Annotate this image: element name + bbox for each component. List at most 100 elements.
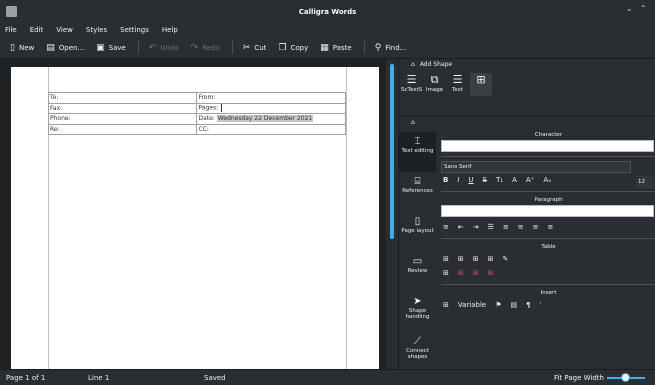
decrease-indent-icon[interactable]: ⇤ [458,223,464,231]
connector-icon: ⟋ [414,336,421,347]
copy-button[interactable]: ❐ Copy [278,43,308,53]
bold-icon[interactable]: B [443,176,448,184]
zoom-select[interactable]: Fit Page Width [554,374,604,382]
menu-settings[interactable]: Settings [120,26,149,34]
split-cells-icon[interactable]: ⊞ [443,269,449,277]
tool-references[interactable]: ⌸ References [399,172,436,212]
tool-label: References [402,188,433,194]
align-left-icon[interactable]: ≡ [503,223,509,231]
document-canvas[interactable]: To: From: Fax: Pages: Phone: Date: Wedne… [0,59,386,369]
paragraph-style-field[interactable] [441,205,654,217]
pages-cell[interactable]: Pages: [196,102,346,114]
lock-icon[interactable]: ⌂ [411,119,415,126]
menu-file[interactable]: File [5,26,17,34]
character-style-field[interactable] [441,140,654,152]
tool-shape-handling[interactable]: ➤ Shape handling [399,292,436,332]
tool-review[interactable]: ▭ Review [399,252,436,292]
main-toolbar: ▯ New ▤ Open... ▣ Save ↶ Undo ↷ Redo ✂ Cut ❐ Co… [0,37,655,59]
strikethrough-icon[interactable]: S [483,176,487,184]
new-button[interactable]: ▯ New [10,43,34,53]
bookmark-icon[interactable]: ⚑ [495,301,501,309]
tool-label: Shape handling [405,308,430,320]
add-shape-title: Add Shape [419,61,453,68]
shape-list: ☰ ScTextS ⧉ Image ☰ Text ⊞ [399,73,655,96]
tool-options-docker: ⌂ ⌶ Text editing ⌸ References ▯ Page layout… [398,117,655,369]
footnote-icon[interactable]: ⁱ [540,301,541,309]
scrollbar-thumb[interactable] [390,64,394,239]
menu-view[interactable]: View [56,26,73,34]
cut-label: Cut [254,43,267,52]
italic-icon[interactable]: I [457,176,459,184]
border-pen-icon[interactable]: ✎ [503,255,509,263]
variable-select[interactable]: Variable [458,301,486,309]
insert-table-icon[interactable]: ⊞ [443,255,449,263]
paste-label: Paste [332,43,352,52]
new-document-icon: ▯ [10,42,15,53]
paragraph-format-row: ≡ ⇤ ⇥ ☰ ≡ ≡ ≡ ≡ [441,220,655,234]
superscript-icon[interactable]: T₁ [496,176,503,184]
menu-styles[interactable]: Styles [86,26,107,34]
redo-button[interactable]: ↷ Redo [191,43,220,53]
sctexts-shape[interactable]: ☰ ScTextS [401,73,422,96]
merge-cells-icon[interactable]: ⊞ [488,255,494,263]
add-shape-docker: ⌂ Add Shape ☰ ScTextS ⧉ Image ☰ Text ⊞ [398,59,655,115]
vertical-scrollbar[interactable] [386,59,398,369]
list-style-icon[interactable]: ≡ [443,223,449,231]
character-format-row: B I U S T₁ A A⁺ Aₓ [441,173,655,187]
find-button[interactable]: ⚲ Find... [375,43,407,53]
menu-help[interactable]: Help [162,26,178,34]
justify-icon[interactable]: ≡ [548,223,554,231]
delete-column-icon[interactable]: ⊞ [473,269,479,277]
section-icon[interactable]: ▤ [511,301,518,309]
lock-icon[interactable]: ⌂ [411,61,415,68]
tool-page-layout[interactable]: ▯ Page layout [399,212,436,252]
from-cell[interactable]: From: [196,92,346,104]
more-shapes-button[interactable]: ⊞ [470,73,492,96]
date-field[interactable]: Wednesday 22 December 2021 [216,115,314,123]
special-char-icon[interactable]: ¶ [526,301,530,309]
text-cursor [221,104,223,113]
date-label: Date: [198,115,215,123]
align-right-icon[interactable]: ≡ [533,223,539,231]
tool-text-editing[interactable]: ⌶ Text editing [399,132,436,172]
pointer-icon: ➤ [413,296,422,307]
maximize-icon[interactable]: ⌃ [640,4,647,13]
document-page[interactable]: To: From: Fax: Pages: Phone: Date: Wedne… [11,67,379,369]
redo-label: Redo [202,43,220,52]
fax-header-table[interactable]: To: From: Fax: Pages: Phone: Date: Wedne… [47,92,346,135]
text-cursor-icon: ⌶ [414,136,421,147]
to-cell[interactable]: To: [47,92,198,104]
insert-column-icon[interactable]: ⊞ [473,255,479,263]
font-family-select[interactable]: Sans Serif [441,161,631,173]
tool-connect-shapes[interactable]: ⟋ Connect shapes [399,332,436,372]
delete-table-icon[interactable]: ⊞ [488,269,494,277]
font-color-icon[interactable]: A [512,176,517,184]
insert-row-icon[interactable]: ⊞ [458,255,464,263]
align-center-icon[interactable]: ≡ [518,223,524,231]
grow-font-icon[interactable]: A⁺ [526,176,534,184]
line-spacing-icon[interactable]: ☰ [488,223,494,231]
phone-cell[interactable]: Phone: [47,113,198,125]
re-cell[interactable]: Re: [47,123,198,135]
fax-cell[interactable]: Fax: [47,102,198,114]
text-shape[interactable]: ☰ Text [447,73,468,96]
font-size-select[interactable]: 12 [636,176,654,188]
cut-button[interactable]: ✂ Cut [243,43,267,53]
menu-edit[interactable]: Edit [30,26,44,34]
date-cell[interactable]: Date: Wednesday 22 December 2021 [196,113,346,125]
minimize-icon[interactable]: ⌄ [626,4,633,13]
line-status: Line 1 [88,373,110,382]
text-label: Text [451,87,464,93]
image-shape[interactable]: ⧉ Image [424,73,445,96]
save-button[interactable]: ▣ Save [96,43,126,53]
open-button[interactable]: ▤ Open... [46,43,84,53]
delete-row-icon[interactable]: ⊞ [458,269,464,277]
undo-button[interactable]: ↶ Undo [149,43,179,53]
paste-button[interactable]: ▦ Paste [320,43,351,53]
shrink-font-icon[interactable]: Aₓ [543,176,551,184]
cc-cell[interactable]: CC: [196,123,346,135]
zoom-slider-handle[interactable] [621,373,630,382]
increase-indent-icon[interactable]: ⇥ [473,223,479,231]
underline-icon[interactable]: U [468,176,473,184]
insert-grid-icon[interactable]: ⊞ [443,301,449,309]
